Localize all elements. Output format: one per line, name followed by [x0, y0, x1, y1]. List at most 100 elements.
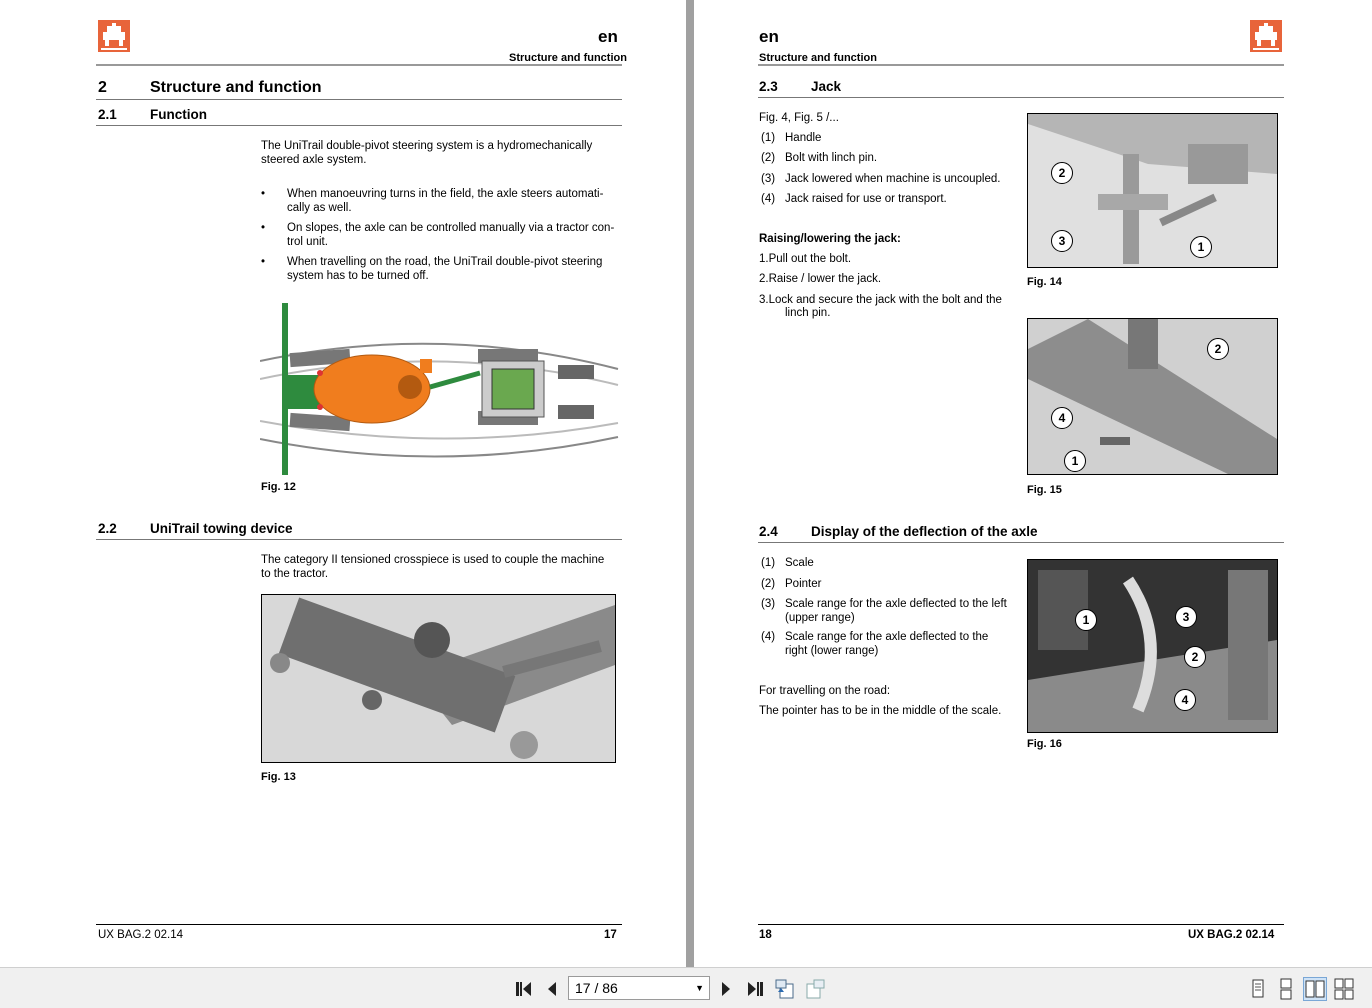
language-code: en	[759, 27, 779, 46]
next-page-icon[interactable]	[716, 978, 738, 1000]
language-code: en	[598, 27, 618, 46]
figure-reference: Fig. 4, Fig. 5 /...	[759, 112, 839, 124]
section-title: Structure and function	[150, 79, 322, 96]
running-head: Structure and function	[759, 52, 877, 64]
fig14-caption: Fig. 14	[1027, 276, 1062, 288]
list-item-line: Scale range for the axle deflected to th…	[785, 631, 989, 643]
callout-3: 3	[1051, 230, 1073, 252]
bullet-line: system has to be turned off.	[287, 270, 429, 282]
go-back-icon[interactable]	[774, 978, 796, 1000]
last-page-icon[interactable]	[744, 978, 766, 1000]
continuous-view-icon[interactable]	[1274, 977, 1298, 1001]
list-item-number: (1)	[761, 557, 776, 569]
bullet-item: On slopes, the axle can be controlled ma…	[287, 221, 614, 249]
pointer-note: The pointer has to be in the middle of t…	[759, 705, 1002, 717]
list-item-text: Scale range for the axle deflected to th…	[785, 630, 988, 658]
bullet-line: On slopes, the axle can be controlled ma…	[287, 222, 615, 234]
list-item-line: Scale range for the axle deflected to th…	[785, 598, 1007, 610]
subsection-rule	[96, 125, 622, 126]
bullet-icon: •	[261, 256, 266, 268]
procedure-step: 3.Lock and secure the jack with the bolt…	[759, 294, 1002, 306]
right-page: en Structure and function 2.3 Jack Fig. …	[694, 0, 1372, 967]
fig15-caption: Fig. 15	[1027, 484, 1062, 496]
bullet-line: When travelling on the road, the UniTrai…	[287, 256, 603, 268]
subsection-title: Function	[150, 107, 207, 122]
subsection-number: 2.2	[98, 521, 117, 536]
viewer-toolbar: 17 / 86 ▼	[0, 967, 1372, 1008]
towing-line: The category II tensioned crosspiece is …	[261, 554, 605, 566]
amazone-logo	[98, 20, 130, 52]
bullet-icon: •	[261, 188, 266, 200]
list-item-line: (upper range)	[785, 612, 855, 624]
intro-paragraph: The UniTrail double-pivot steering syste…	[261, 139, 592, 167]
fig12-caption: Fig. 12	[261, 481, 296, 493]
subsection-rule	[758, 542, 1284, 543]
page-number: 17	[604, 929, 617, 941]
header-rule	[96, 64, 622, 66]
fig16-axle-scale-photo	[1027, 559, 1278, 733]
subsection-number: 2.1	[98, 107, 117, 122]
subsection-rule	[96, 539, 622, 540]
bullet-line: When manoeuvring turns in the field, the…	[287, 188, 604, 200]
bullet-line: cally as well.	[287, 202, 352, 214]
amazone-logo	[1250, 20, 1282, 52]
subsection-title: Jack	[811, 79, 842, 94]
callout-4: 4	[1051, 407, 1073, 429]
procedure-step: 2.Raise / lower the jack.	[759, 273, 882, 285]
list-item-text: Bolt with linch pin.	[785, 152, 878, 164]
procedure-heading: Raising/lowering the jack:	[759, 233, 901, 245]
footer-rule	[758, 924, 1284, 925]
page-number: 18	[759, 929, 772, 941]
two-page-view-icon[interactable]	[1303, 977, 1327, 1001]
go-forward-icon[interactable]	[804, 978, 826, 1000]
chevron-down-icon: ▼	[695, 983, 704, 993]
list-item-number: (1)	[761, 132, 776, 144]
list-item-text: Pointer	[785, 578, 822, 590]
towing-line: to the tractor.	[261, 568, 329, 580]
fig16-caption: Fig. 16	[1027, 738, 1062, 750]
footer-doc-id: UX BAG.2 02.14	[98, 929, 184, 941]
procedure-step: linch pin.	[785, 307, 831, 319]
footer-doc-id: UX BAG.2 02.14	[1188, 929, 1275, 941]
header-rule	[758, 64, 1284, 66]
list-item-number: (3)	[761, 173, 776, 185]
running-head: Structure and function	[509, 52, 627, 64]
bullet-icon: •	[261, 222, 266, 234]
subsection-rule	[758, 97, 1284, 98]
two-page-continuous-view-icon[interactable]	[1332, 977, 1356, 1001]
road-note: For travelling on the road:	[759, 685, 891, 697]
list-item-number: (4)	[761, 631, 776, 643]
list-item-text: Scale	[785, 557, 814, 569]
callout-1: 1	[1064, 450, 1086, 472]
fig15-jack-raised-photo	[1027, 318, 1278, 475]
previous-page-icon[interactable]	[541, 978, 563, 1000]
list-item-text: Handle	[785, 132, 822, 144]
callout-4: 4	[1174, 689, 1196, 711]
callout-2: 2	[1184, 646, 1206, 668]
subsection-number: 2.3	[759, 79, 778, 94]
list-item-number: (2)	[761, 152, 776, 164]
list-item-number: (2)	[761, 578, 776, 590]
intro-line: The UniTrail double-pivot steering syste…	[261, 140, 593, 152]
list-item-line: right (lower range)	[785, 645, 879, 657]
fig13-caption: Fig. 13	[261, 771, 296, 783]
page-number-value: 17 / 86	[575, 980, 618, 996]
bullet-item: When manoeuvring turns in the field, the…	[287, 187, 603, 215]
page-number-select[interactable]: 17 / 86 ▼	[568, 976, 710, 1000]
list-item-text: Scale range for the axle deflected to th…	[785, 597, 1007, 625]
towing-paragraph: The category II tensioned crosspiece is …	[261, 553, 604, 581]
callout-1: 1	[1190, 236, 1212, 258]
fig12-steering-illustration	[259, 303, 620, 475]
callout-2: 2	[1207, 338, 1229, 360]
fig13-towing-photo	[261, 594, 616, 763]
subsection-title: Display of the deflection of the axle	[811, 524, 1038, 539]
section-rule	[96, 99, 622, 100]
footer-rule	[96, 924, 622, 925]
bullet-item: When travelling on the road, the UniTrai…	[287, 255, 602, 283]
first-page-icon[interactable]	[513, 978, 535, 1000]
single-page-view-icon[interactable]	[1246, 977, 1270, 1001]
list-item-number: (3)	[761, 598, 776, 610]
callout-3: 3	[1175, 606, 1197, 628]
section-number: 2	[98, 79, 107, 96]
subsection-number: 2.4	[759, 524, 778, 539]
